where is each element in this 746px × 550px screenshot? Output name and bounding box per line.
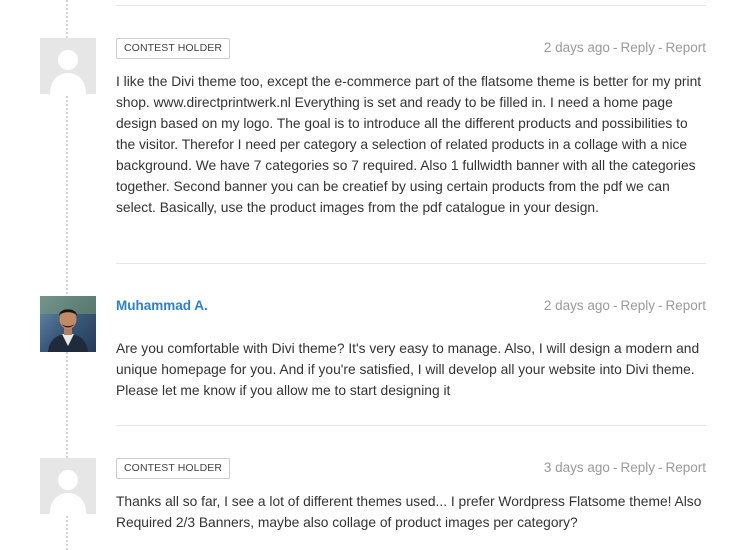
separator: -	[657, 460, 663, 475]
comment-divider	[116, 263, 706, 264]
comment-meta: 3 days ago - Reply - Report	[544, 459, 706, 477]
comment-meta: 2 days ago - Reply - Report	[544, 39, 706, 57]
reply-link[interactable]: Reply	[620, 298, 655, 313]
separator: -	[657, 40, 663, 55]
user-photo-icon	[40, 296, 96, 352]
comment-header: CONTEST HOLDER 2 days ago - Reply - Report	[116, 38, 706, 60]
contest-holder-badge: CONTEST HOLDER	[116, 458, 231, 479]
comment-timestamp: 3 days ago	[543, 460, 610, 475]
comment-divider	[116, 5, 706, 6]
report-link[interactable]: Report	[665, 40, 706, 55]
user-photo-avatar[interactable]	[40, 296, 96, 352]
comment-header: Muhammad A. 2 days ago - Reply - Report	[116, 296, 706, 318]
separator: -	[612, 298, 618, 313]
separator: -	[612, 40, 618, 55]
comment-header: CONTEST HOLDER 3 days ago - Reply - Report	[116, 458, 706, 480]
comment-meta: 2 days ago - Reply - Report	[544, 297, 706, 315]
separator: -	[657, 298, 663, 313]
comment-text: I like the Divi theme too, except the e-…	[116, 74, 702, 215]
comment-timestamp: 2 days ago	[543, 40, 610, 55]
report-link[interactable]: Report	[665, 460, 706, 475]
comment-text: Thanks all so far, I see a lot of differ…	[116, 494, 702, 530]
comment-text: Are you comfortable with Divi theme? It'…	[116, 341, 700, 398]
default-user-icon	[40, 458, 96, 514]
reply-link[interactable]: Reply	[620, 460, 655, 475]
comment-timestamp: 2 days ago	[543, 298, 610, 313]
contest-holder-badge: CONTEST HOLDER	[116, 38, 231, 59]
separator: -	[612, 460, 618, 475]
default-user-icon	[40, 38, 96, 94]
reply-link[interactable]: Reply	[620, 40, 655, 55]
comment-divider	[116, 425, 706, 426]
default-avatar	[40, 38, 96, 94]
report-link[interactable]: Report	[665, 298, 706, 313]
author-name-link[interactable]: Muhammad A.	[116, 296, 208, 316]
default-avatar	[40, 458, 96, 514]
